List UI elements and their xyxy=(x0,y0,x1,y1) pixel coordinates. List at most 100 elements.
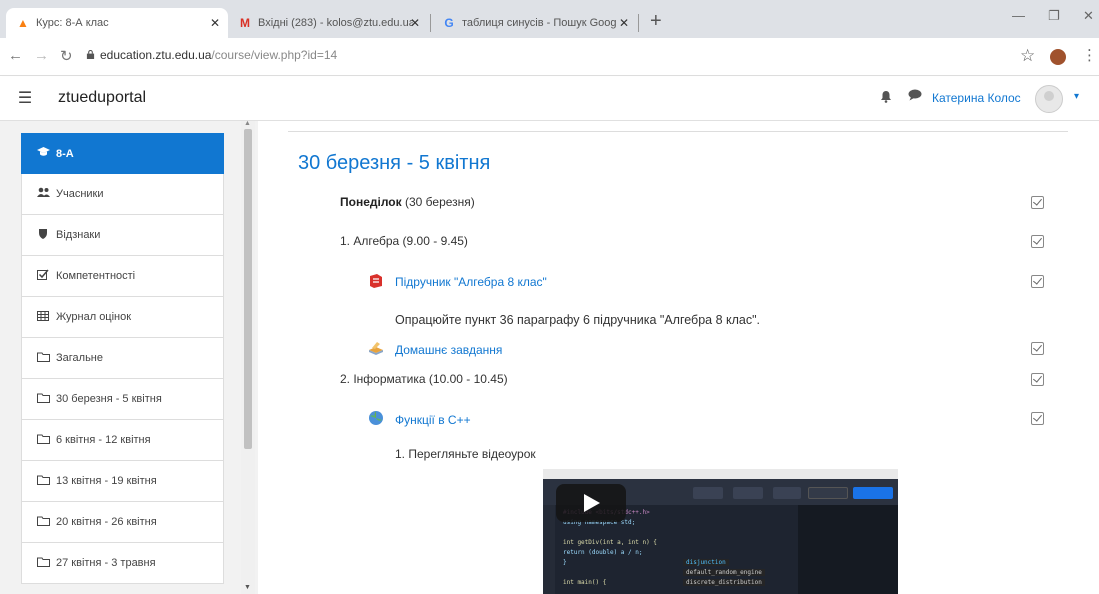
site-brand[interactable]: ztueduportal xyxy=(58,89,146,107)
assignment-link-homework[interactable]: Домашнє завдання xyxy=(395,343,502,357)
chevron-down-icon[interactable]: ▾ xyxy=(1074,91,1079,102)
completion-checkbox[interactable] xyxy=(1031,342,1044,355)
resource-link-functions[interactable]: Функції в С++ xyxy=(395,413,471,427)
completion-checkbox[interactable] xyxy=(1031,235,1044,248)
close-tab-icon[interactable]: ✕ xyxy=(210,16,220,30)
sidebar-item-label: 20 квітня - 26 квітня xyxy=(56,516,157,528)
sidebar-item-badges[interactable]: Відзнаки xyxy=(21,215,224,256)
sidebar-scrollbar-thumb[interactable] xyxy=(244,129,252,449)
code-line: int main() { xyxy=(563,579,607,586)
user-avatar[interactable] xyxy=(1035,85,1063,113)
google-icon: G xyxy=(444,16,454,30)
url-path: /course/view.php?id=14 xyxy=(211,48,338,62)
browser-tab-google[interactable]: G таблиця синусів - Пошук Goog ✕ xyxy=(432,8,637,38)
day-name: Понеділок xyxy=(340,195,402,209)
table-icon xyxy=(36,310,50,324)
sidebar-item-label: 27 квітня - 3 травня xyxy=(56,557,156,569)
browser-tab-course[interactable]: ▲ Курс: 8-А клас ✕ xyxy=(6,8,228,38)
play-button-icon[interactable] xyxy=(556,484,626,522)
day-date: (30 березня) xyxy=(401,195,475,209)
autocomplete-item: default_random_engine xyxy=(683,569,765,576)
sidebar-item-label: Відзнаки xyxy=(56,229,101,241)
video-ide-sidebar xyxy=(543,505,555,594)
shield-icon xyxy=(36,228,50,242)
lesson-label: 1. Алгебра (9.00 - 9.45) xyxy=(340,234,468,248)
completion-checkbox[interactable] xyxy=(1031,275,1044,288)
sidebar-item-participants[interactable]: Учасники xyxy=(21,174,224,215)
sidebar-item-week-1[interactable]: 30 березня - 5 квітня xyxy=(21,379,224,420)
hamburger-menu-icon[interactable]: ☰ xyxy=(12,85,38,111)
url-host: education.ztu.edu.ua xyxy=(100,48,212,62)
profile-avatar-icon[interactable] xyxy=(1050,49,1066,65)
chat-icon[interactable] xyxy=(908,89,922,104)
bell-icon[interactable] xyxy=(880,90,892,106)
code-line: int getDiv(int a, int n) { xyxy=(563,539,657,546)
folder-icon xyxy=(36,352,50,365)
user-name[interactable]: Катерина Колос xyxy=(932,91,1021,105)
browser-menu-icon[interactable]: ⋮ xyxy=(1082,46,1097,64)
close-tab-icon[interactable]: ✕ xyxy=(619,16,629,30)
sidebar-item-label: 6 квітня - 12 квітня xyxy=(56,434,151,446)
bookmark-star-icon[interactable]: ☆ xyxy=(1020,46,1035,66)
autocomplete-item: disjunction xyxy=(683,559,729,566)
moodle-hat-icon: ▲ xyxy=(17,16,29,30)
restore-icon[interactable]: ❐ xyxy=(1048,8,1060,24)
tab-separator xyxy=(638,14,639,32)
close-tab-icon[interactable]: ✕ xyxy=(410,16,420,30)
minimize-icon[interactable]: — xyxy=(1012,8,1025,23)
video-browser-bar xyxy=(543,469,898,479)
folder-icon xyxy=(36,516,50,529)
site-header: ☰ ztueduportal Катерина Колос ▾ xyxy=(0,77,1099,121)
browser-tab-strip: ▲ Курс: 8-А клас ✕ M Вхідні (283) - kolo… xyxy=(0,0,1099,38)
instruction-text: 1. Перегляньте відеоурок xyxy=(395,447,536,461)
sidebar-item-label: Компетентності xyxy=(56,270,136,282)
sidebar-item-label: Журнал оцінок xyxy=(56,311,132,323)
graduation-cap-icon xyxy=(36,147,50,160)
code-line: } xyxy=(563,559,567,566)
completion-checkbox[interactable] xyxy=(1031,412,1044,425)
day-heading: Понеділок (30 березня) xyxy=(340,195,475,209)
pdf-icon xyxy=(370,274,382,288)
checkbox-icon xyxy=(36,269,50,283)
scroll-up-icon[interactable]: ▲ xyxy=(244,120,251,127)
sidebar-item-label: Учасники xyxy=(56,188,104,200)
sidebar-item-general[interactable]: Загальне xyxy=(21,338,224,379)
course-nav-drawer: 8-А Учасники Відзнаки Компетентності Жур… xyxy=(0,120,258,594)
sidebar-item-week-2[interactable]: 6 квітня - 12 квітня xyxy=(21,420,224,461)
autocomplete-item: discrete_distribution xyxy=(683,579,765,586)
address-bar[interactable]: education.ztu.edu.ua/course/view.php?id=… xyxy=(100,48,337,62)
lesson-label: 2. Інформатика (10.00 - 10.45) xyxy=(340,372,508,386)
browser-tab-gmail[interactable]: M Вхідні (283) - kolos@ztu.edu.ua - ✕ xyxy=(228,8,428,38)
resource-link-textbook[interactable]: Підручник "Алгебра 8 клас" xyxy=(395,275,547,289)
sidebar-item-label: 13 квітня - 19 квітня xyxy=(56,475,157,487)
sidebar-item-label: 8-А xyxy=(56,147,74,160)
tab-separator xyxy=(430,14,431,32)
folder-icon xyxy=(36,393,50,406)
window-close-icon[interactable]: ✕ xyxy=(1083,8,1094,24)
sidebar-item-week-3[interactable]: 13 квітня - 19 квітня xyxy=(21,461,224,502)
sidebar-item-course[interactable]: 8-А xyxy=(21,133,224,174)
scroll-down-icon[interactable]: ▼ xyxy=(244,584,251,591)
folder-icon xyxy=(36,475,50,488)
course-content: 30 березня - 5 квітня Понеділок (30 бере… xyxy=(258,121,1099,594)
lock-icon xyxy=(86,50,95,59)
course-nav-list: 8-А Учасники Відзнаки Компетентності Жур… xyxy=(21,133,224,584)
new-tab-button[interactable]: + xyxy=(650,10,662,33)
forward-icon[interactable]: → xyxy=(34,47,49,64)
users-icon xyxy=(36,187,50,201)
assignment-icon xyxy=(369,342,383,355)
sidebar-item-label: Загальне xyxy=(56,352,103,364)
reload-icon[interactable]: ↻ xyxy=(60,47,73,65)
section-title[interactable]: 30 березня - 5 квітня xyxy=(298,152,490,175)
code-line: return (double) a / n; xyxy=(563,549,643,556)
sidebar-item-gradebook[interactable]: Журнал оцінок xyxy=(21,297,224,338)
sidebar-item-competencies[interactable]: Компетентності xyxy=(21,256,224,297)
sidebar-item-week-4[interactable]: 20 квітня - 26 квітня xyxy=(21,502,224,543)
back-icon[interactable]: ← xyxy=(8,47,23,64)
divider xyxy=(288,131,1068,132)
web-page-icon xyxy=(369,411,383,425)
embedded-video[interactable]: #include <bits/stdc++.h> using namespace… xyxy=(543,469,898,594)
sidebar-item-week-5[interactable]: 27 квітня - 3 травня xyxy=(21,543,224,584)
completion-checkbox[interactable] xyxy=(1031,196,1044,209)
completion-checkbox[interactable] xyxy=(1031,373,1044,386)
